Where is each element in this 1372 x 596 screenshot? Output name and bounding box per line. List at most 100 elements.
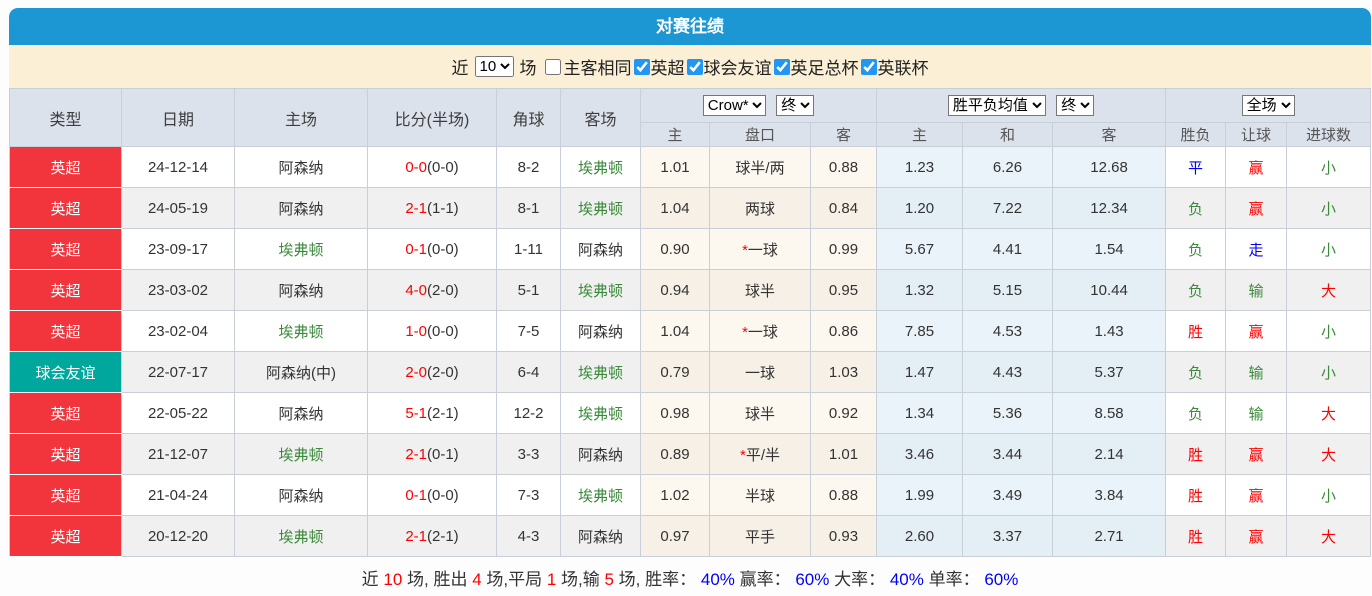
goals-flag: 小 — [1286, 146, 1372, 188]
handicap-result-flag: 输 — [1225, 269, 1288, 311]
league-option[interactable]: 英超 — [632, 54, 685, 79]
league-option[interactable]: 英足总杯 — [772, 54, 859, 79]
eu-home-odds: 5.67 — [876, 228, 964, 270]
home-team: 阿森纳 — [234, 474, 368, 516]
eu-draw-odds: 4.53 — [962, 310, 1054, 352]
scope-group-header: 全场 — [1165, 88, 1372, 123]
summary-segment: 60% — [984, 570, 1019, 589]
same-venue-checkbox[interactable] — [544, 58, 561, 75]
match-row: 英超 21-04-24 阿森纳 0-1(0-0) 7-3 埃弗顿 1.02 半球 0.88 1.9… — [9, 474, 1372, 516]
goals-flag: 小 — [1286, 474, 1372, 516]
ah-line-label: 平手 — [744, 528, 775, 546]
handicap-result-flag: 赢 — [1225, 474, 1288, 516]
scope-select[interactable]: 全场 — [1241, 95, 1295, 116]
match-row: 英超 23-02-04 埃弗顿 1-0(0-0) 7-5 阿森纳 1.04 *一球 0.86 7.… — [9, 310, 1372, 352]
match-date: 23-02-04 — [121, 310, 235, 352]
score-cell: 2-1(0-1) — [367, 433, 497, 475]
eu-time-select[interactable]: 终 — [1056, 95, 1095, 116]
league-checkboxes: 英超 球会友谊 英足总杯 英联杯 — [632, 54, 929, 79]
goals-flag: 大 — [1286, 392, 1372, 434]
ah-line-label: 一球 — [744, 364, 775, 382]
result-flag: 胜 — [1165, 310, 1227, 352]
match-row: 英超 23-03-02 阿森纳 4-0(2-0) 5-1 埃弗顿 0.94 球半 0.95 1.3… — [9, 269, 1372, 311]
ah-line: 半球 — [709, 474, 811, 516]
league-option[interactable]: 英联杯 — [859, 54, 929, 79]
summary-segment: 场, 胜出 — [402, 570, 473, 589]
away-team: 埃弗顿 — [560, 351, 641, 393]
match-row: 英超 23-09-17 埃弗顿 0-1(0-0) 1-11 阿森纳 0.90 *一球 0.99 5… — [9, 228, 1372, 270]
eu-draw-odds: 7.22 — [962, 187, 1054, 229]
ah-line-label: 球半 — [744, 282, 775, 300]
eu-draw-odds: 4.43 — [962, 351, 1054, 393]
home-team: 阿森纳 — [234, 269, 368, 311]
ah-time-select[interactable]: 终 — [776, 95, 815, 116]
fulltime-score: 2-0 — [405, 363, 427, 381]
away-team: 埃弗顿 — [560, 146, 641, 188]
ah-away-odds: 0.88 — [809, 474, 878, 516]
away-team: 埃弗顿 — [560, 187, 641, 229]
col-eu-draw: 和 — [962, 122, 1054, 147]
league-label: 英超 — [650, 59, 685, 78]
col-ah-home: 主 — [640, 122, 710, 147]
fulltime-score: 2-1 — [405, 445, 427, 463]
halftime-score: (2-1) — [427, 527, 459, 545]
ah-line-label: 球半 — [744, 405, 775, 423]
match-count-select[interactable]: 10 — [474, 56, 514, 77]
goals-flag: 小 — [1286, 187, 1372, 229]
col-corner: 角球 — [496, 88, 561, 147]
halftime-score: (0-0) — [427, 158, 459, 176]
ah-line: 球半/两 — [709, 146, 811, 188]
eu-away-odds: 3.84 — [1052, 474, 1167, 516]
ah-line: *一球 — [709, 228, 811, 270]
summary-segment: 4 — [472, 570, 482, 589]
league-checkbox[interactable] — [686, 58, 703, 75]
home-team: 埃弗顿 — [234, 310, 368, 352]
ah-line: 平手 — [709, 515, 811, 557]
table-body: 英超 24-12-14 阿森纳 0-0(0-0) 8-2 埃弗顿 1.01 球半/两 0.88 1… — [9, 146, 1372, 557]
ah-home-odds: 0.98 — [640, 392, 710, 434]
corner-score: 1-11 — [496, 228, 561, 270]
summary-segment: 40% — [889, 570, 924, 589]
eu-avg-select[interactable]: 胜平负均值 — [947, 95, 1046, 116]
eu-home-odds: 3.46 — [876, 433, 964, 475]
score-cell: 0-1(0-0) — [367, 228, 497, 270]
eu-away-odds: 8.58 — [1052, 392, 1167, 434]
result-flag: 胜 — [1165, 433, 1227, 475]
handicap-result-flag: 赢 — [1225, 146, 1288, 188]
goals-flag: 小 — [1286, 228, 1372, 270]
away-team: 埃弗顿 — [560, 392, 641, 434]
eu-away-odds: 1.43 — [1052, 310, 1167, 352]
corner-score: 4-3 — [496, 515, 561, 557]
ah-away-odds: 0.88 — [809, 146, 878, 188]
league-option[interactable]: 球会友谊 — [685, 54, 772, 79]
eu-home-odds: 1.32 — [876, 269, 964, 311]
handicap-result-flag: 赢 — [1225, 310, 1288, 352]
league-checkbox[interactable] — [633, 58, 650, 75]
bookmaker-select[interactable]: Crow* — [702, 95, 766, 116]
summary-segment: 赢率： — [734, 570, 796, 589]
result-flag: 负 — [1165, 392, 1227, 434]
score-cell: 5-1(2-1) — [367, 392, 497, 434]
league-checkbox[interactable] — [860, 58, 877, 75]
col-home: 主场 — [234, 88, 368, 147]
ah-home-odds: 0.94 — [640, 269, 710, 311]
match-row: 球会友谊 22-07-17 阿森纳(中) 2-0(2-0) 6-4 埃弗顿 0.79 一球 1.… — [9, 351, 1372, 393]
match-date: 24-05-19 — [121, 187, 235, 229]
eu-away-odds: 10.44 — [1052, 269, 1167, 311]
halftime-score: (0-0) — [427, 486, 459, 504]
summary-segment: 近 — [361, 570, 384, 589]
eu-draw-odds: 5.15 — [962, 269, 1054, 311]
match-row: 英超 24-12-14 阿森纳 0-0(0-0) 8-2 埃弗顿 1.01 球半/两 0.88 1… — [9, 146, 1372, 188]
score-cell: 1-0(0-0) — [367, 310, 497, 352]
league-label: 英足总杯 — [790, 59, 859, 78]
league-checkbox[interactable] — [773, 58, 790, 75]
eu-draw-odds: 5.36 — [962, 392, 1054, 434]
league-label: 英联杯 — [877, 59, 929, 78]
result-flag: 负 — [1165, 228, 1227, 270]
away-team: 阿森纳 — [560, 310, 641, 352]
halftime-score: (2-1) — [427, 404, 459, 422]
same-venue-option[interactable]: 主客相同 — [537, 54, 632, 79]
summary-segment: 单率： — [923, 570, 985, 589]
same-venue-label: 主客相同 — [563, 59, 632, 78]
col-ah-line: 盘口 — [709, 122, 811, 147]
